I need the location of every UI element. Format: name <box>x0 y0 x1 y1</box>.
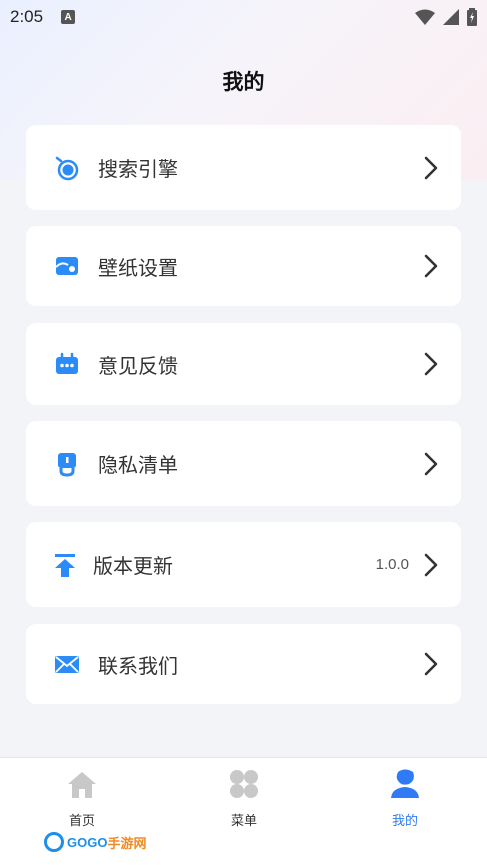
nav-tab-home[interactable]: 首页 <box>42 770 122 829</box>
page-title: 我的 <box>222 70 265 94</box>
menu-grid-icon <box>230 770 258 798</box>
chevron-right-icon <box>424 553 438 576</box>
menu-item-feedback[interactable]: 意见反馈 <box>26 323 461 405</box>
wifi-icon <box>415 9 435 25</box>
menu-item-label: 版本更新 <box>93 554 173 578</box>
nav-label: 菜单 <box>230 814 257 829</box>
nav-tab-menu[interactable]: 菜单 <box>204 768 284 829</box>
menu-item-search-engine[interactable]: 搜索引擎 <box>26 125 461 210</box>
menu-item-wallpaper[interactable]: 壁纸设置 <box>26 226 461 306</box>
chevron-right-icon <box>424 352 438 376</box>
privacy-icon <box>54 451 80 477</box>
nav-label: 首页 <box>68 814 95 829</box>
menu-item-label: 壁纸设置 <box>98 255 178 280</box>
watermark-logo: GOGO 手游网 <box>44 832 146 852</box>
update-icon <box>52 552 78 578</box>
nav-label: 我的 <box>391 814 418 829</box>
mail-icon <box>54 651 80 677</box>
search-engine-icon <box>54 155 80 181</box>
version-number: 1.0.0 <box>375 556 409 573</box>
watermark-suffix: 手游网 <box>107 835 147 851</box>
watermark-brand: GOGO <box>67 834 108 850</box>
wallpaper-icon <box>54 253 80 279</box>
feedback-icon <box>54 351 80 377</box>
signal-icon <box>443 9 459 25</box>
nav-tab-mine[interactable]: 我的 <box>365 768 445 829</box>
menu-item-privacy[interactable]: 隐私清单 <box>26 421 461 506</box>
menu-item-label: 搜索引擎 <box>98 157 178 181</box>
chevron-right-icon <box>424 452 438 475</box>
chevron-right-icon <box>424 156 438 179</box>
chevron-right-icon <box>424 254 438 278</box>
home-icon <box>68 772 96 798</box>
menu-item-label: 联系我们 <box>98 653 178 678</box>
status-bar: 2:05 A <box>0 0 487 34</box>
menu-item-contact[interactable]: 联系我们 <box>26 624 461 704</box>
chevron-right-icon <box>424 652 438 676</box>
battery-icon <box>467 8 477 26</box>
status-icons <box>415 8 477 26</box>
menu-item-update[interactable]: 版本更新 1.0.0 <box>26 522 461 607</box>
watermark-circle-icon <box>44 832 64 852</box>
status-time: 2:05 <box>10 7 44 26</box>
menu-item-label: 意见反馈 <box>98 353 178 378</box>
profile-icon <box>391 769 419 798</box>
menu-item-label: 隐私清单 <box>98 453 178 477</box>
notification-icon: A <box>61 10 76 24</box>
